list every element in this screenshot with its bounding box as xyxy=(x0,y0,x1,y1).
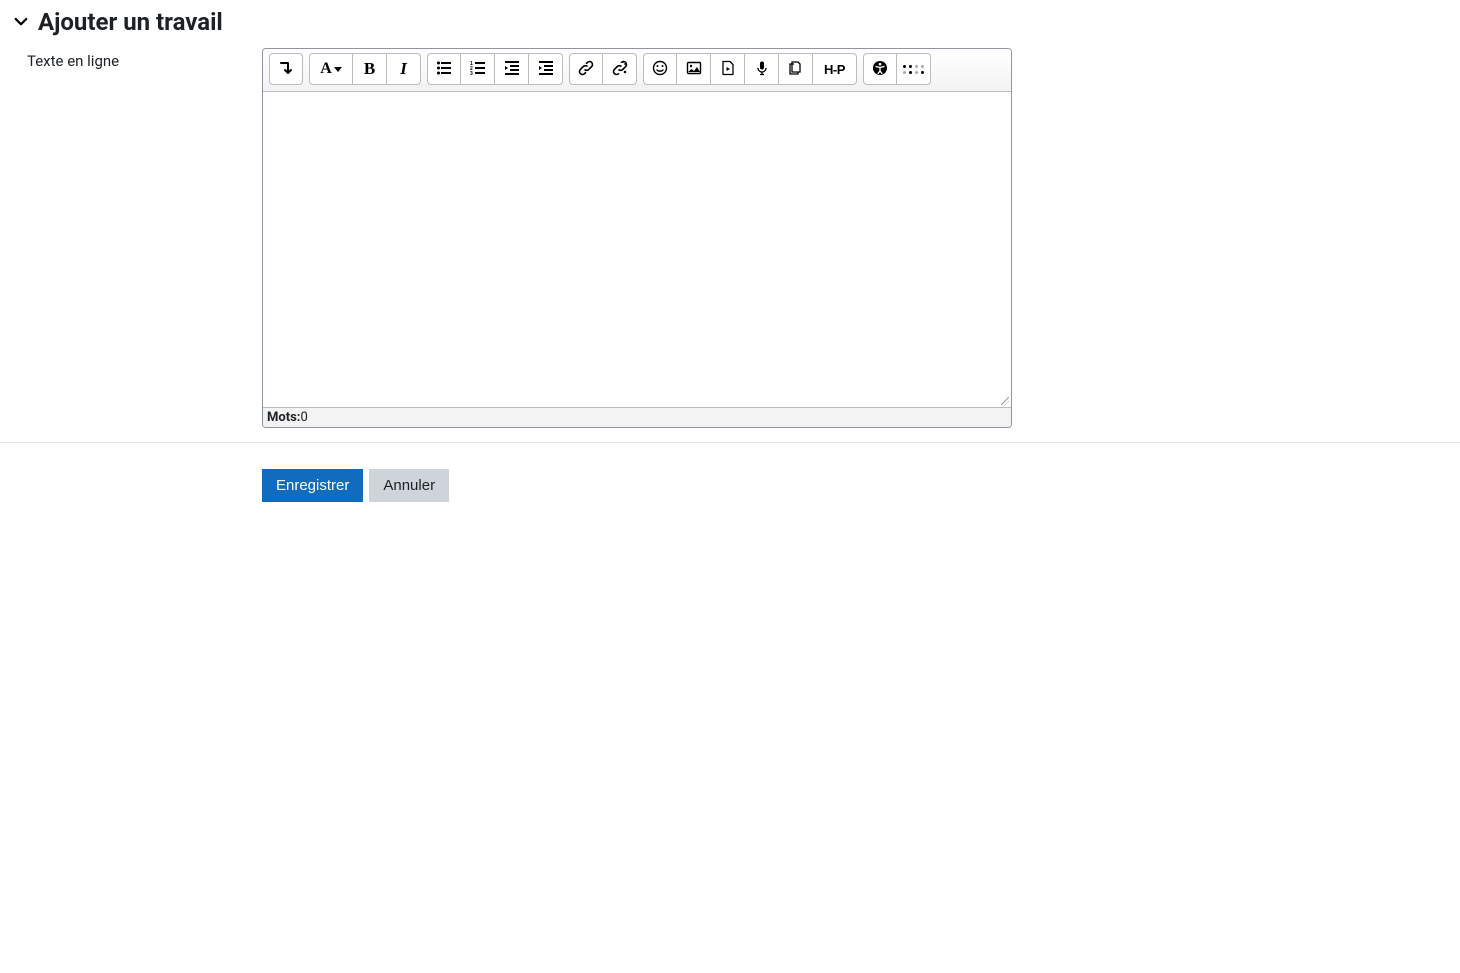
image-button[interactable] xyxy=(677,53,711,85)
unlink-button[interactable] xyxy=(603,53,637,85)
section-divider xyxy=(0,442,1460,443)
outdent-button[interactable] xyxy=(495,53,529,85)
ordered-list-button[interactable]: 123 xyxy=(461,53,495,85)
expand-arrow-icon xyxy=(278,60,294,79)
section-title: Ajouter un travail xyxy=(38,8,223,36)
link-icon xyxy=(578,60,594,79)
accessibility-icon xyxy=(872,60,888,79)
braille-icon xyxy=(903,65,924,74)
bullet-list-icon xyxy=(436,60,452,79)
media-button[interactable] xyxy=(711,53,745,85)
numbered-list-icon: 123 xyxy=(470,60,486,79)
font-style-icon: A xyxy=(320,60,332,78)
outdent-icon xyxy=(504,60,520,79)
editor-content-area[interactable] xyxy=(263,92,1011,397)
unordered-list-button[interactable] xyxy=(427,53,461,85)
toolbar-toggle-button[interactable] xyxy=(269,53,303,85)
onlinetext-label: Texte en ligne xyxy=(27,52,119,70)
caret-down-icon xyxy=(334,67,342,72)
indent-button[interactable] xyxy=(529,53,563,85)
rich-text-editor: A B I xyxy=(262,48,1012,428)
emoji-button[interactable] xyxy=(643,53,677,85)
indent-icon xyxy=(538,60,554,79)
link-button[interactable] xyxy=(569,53,603,85)
word-count-value: 0 xyxy=(300,410,307,425)
microphone-icon xyxy=(754,60,770,79)
bold-icon: B xyxy=(364,59,375,79)
h5p-icon: H-P xyxy=(824,62,845,77)
video-file-icon xyxy=(720,60,736,79)
svg-text:3: 3 xyxy=(470,71,473,76)
screenreader-helper-button[interactable] xyxy=(897,53,931,85)
styles-dropdown-button[interactable]: A xyxy=(309,53,353,85)
h5p-button[interactable]: H-P xyxy=(813,53,857,85)
italic-icon: I xyxy=(400,59,407,79)
bold-button[interactable]: B xyxy=(353,53,387,85)
record-audio-button[interactable] xyxy=(745,53,779,85)
save-button[interactable]: Enregistrer xyxy=(262,469,363,502)
word-count-label: Mots: xyxy=(267,410,300,425)
image-icon xyxy=(686,60,702,79)
cancel-button[interactable]: Annuler xyxy=(369,469,449,502)
smiley-icon xyxy=(652,60,668,79)
manage-files-button[interactable] xyxy=(779,53,813,85)
files-icon xyxy=(788,60,804,79)
editor-toolbar: A B I xyxy=(263,49,1011,92)
editor-statusbar: Mots:0 xyxy=(263,407,1011,427)
italic-button[interactable]: I xyxy=(387,53,421,85)
resize-handle[interactable] xyxy=(263,397,1011,407)
unlink-icon xyxy=(612,60,628,79)
accessibility-checker-button[interactable] xyxy=(863,53,897,85)
chevron-down-icon[interactable] xyxy=(12,13,30,31)
